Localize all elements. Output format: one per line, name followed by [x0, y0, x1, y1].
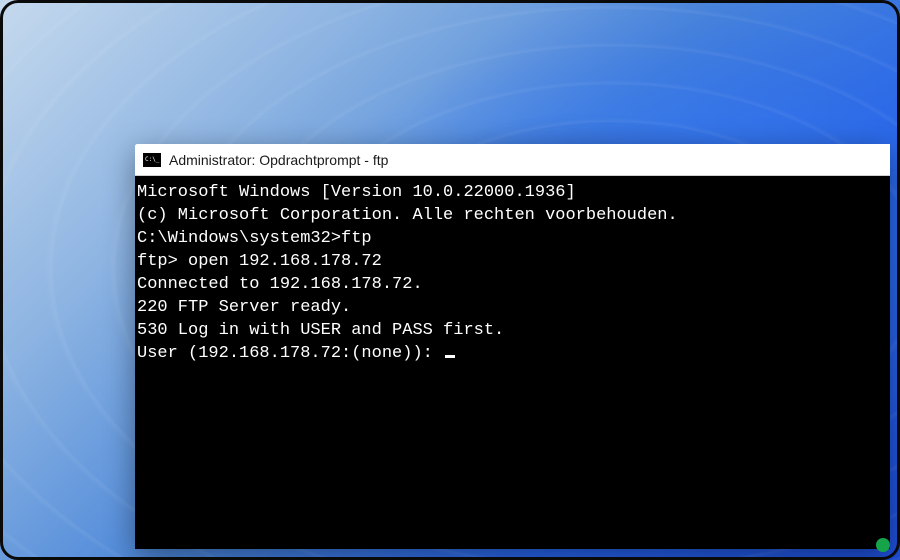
terminal-line: Connected to 192.168.178.72. — [137, 274, 882, 297]
terminal-line: 530 Log in with USER and PASS first. — [137, 320, 882, 343]
terminal-prompt-line: User (192.168.178.72:(none)): — [137, 343, 882, 366]
terminal-line: (c) Microsoft Corporation. Alle rechten … — [137, 205, 882, 228]
cmd-window: Administrator: Opdrachtprompt - ftp Micr… — [135, 144, 890, 549]
window-title: Administrator: Opdrachtprompt - ftp — [169, 152, 388, 168]
terminal-line: ftp> open 192.168.178.72 — [137, 251, 882, 274]
titlebar[interactable]: Administrator: Opdrachtprompt - ftp — [135, 144, 890, 176]
terminal-output[interactable]: Microsoft Windows [Version 10.0.22000.19… — [135, 176, 890, 549]
terminal-prompt-text: User (192.168.178.72:(none)): — [137, 344, 443, 363]
status-indicator-icon — [876, 538, 890, 552]
terminal-line: C:\Windows\system32>ftp — [137, 228, 882, 251]
cmd-icon — [143, 153, 161, 167]
terminal-line: Microsoft Windows [Version 10.0.22000.19… — [137, 182, 882, 205]
cursor-icon — [445, 355, 455, 358]
terminal-line: 220 FTP Server ready. — [137, 297, 882, 320]
